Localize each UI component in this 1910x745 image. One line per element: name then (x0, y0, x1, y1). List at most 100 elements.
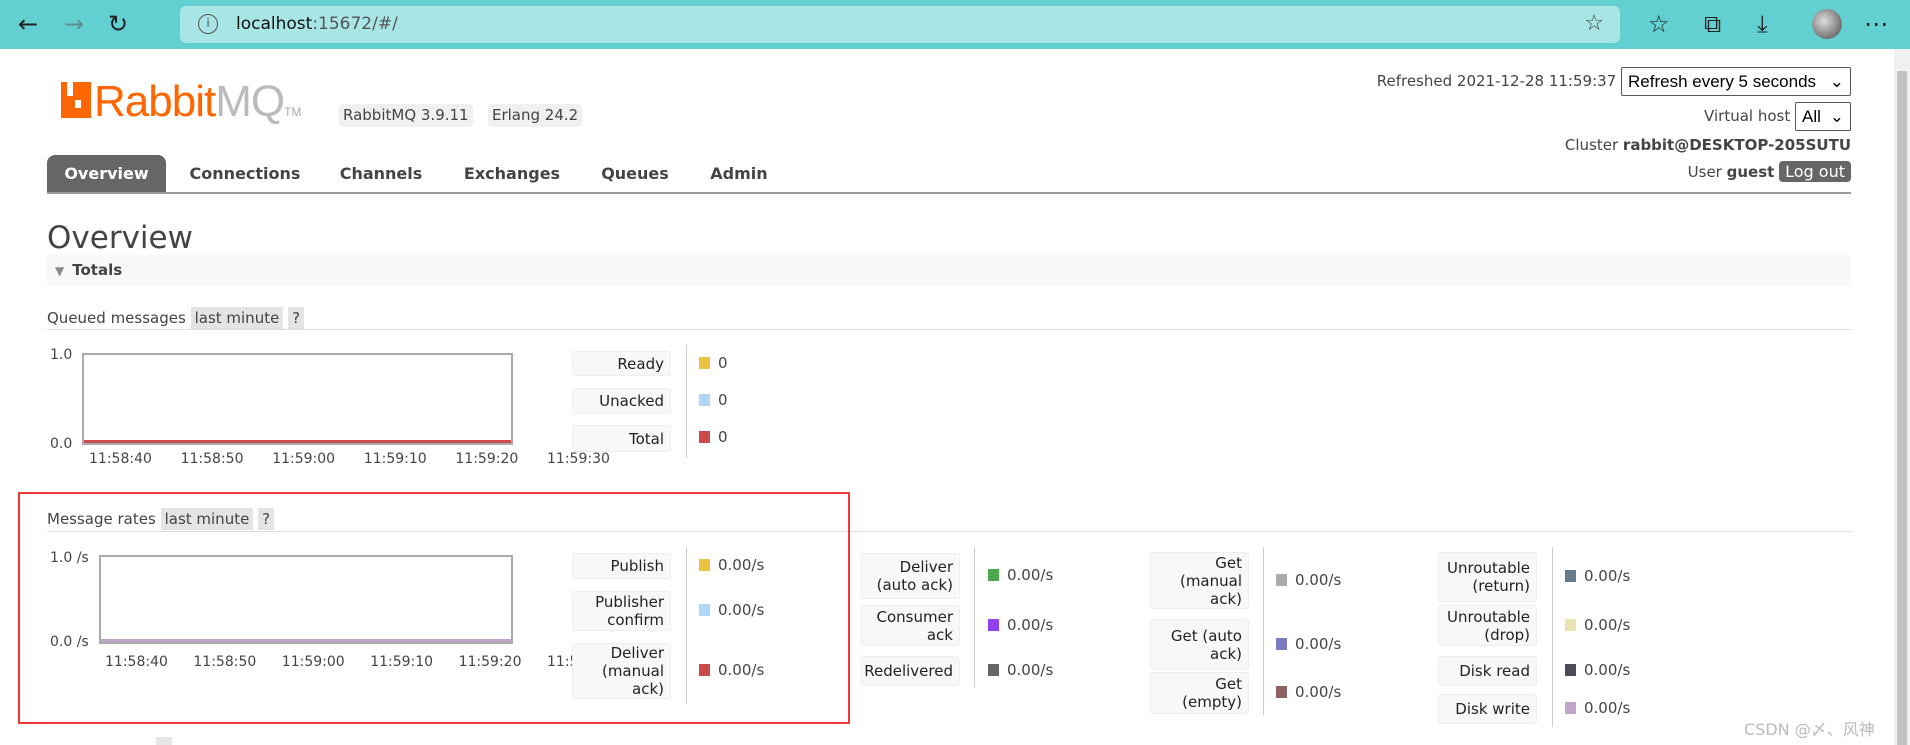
series-swatch (699, 357, 710, 369)
series-swatch (988, 618, 999, 631)
legend-label: Deliver (auto ack) (876, 558, 953, 594)
legend-label: Consumer ack (876, 607, 954, 644)
legend-label: Unacked (599, 392, 664, 410)
refresh-select[interactable]: Refresh every 5 seconds ⌄ (1621, 67, 1851, 96)
legend-value-text: 0 (718, 354, 728, 372)
legend-label-box: Get (auto ack) (1150, 619, 1249, 670)
series-swatch (1565, 664, 1576, 676)
collections-icon[interactable]: ⧉ (1704, 10, 1721, 38)
series-swatch (1276, 637, 1287, 650)
legend-value-text: 0 (718, 428, 728, 446)
legend-label-box: Deliver (auto ack) (861, 553, 960, 599)
vhost-select-value: All (1802, 107, 1821, 126)
legend-value: 0.00/s (1565, 661, 1630, 679)
legend-value-text: 0.00/s (1295, 570, 1342, 589)
legend-value-text: 0.00/s (1295, 683, 1342, 701)
legend-divider (974, 547, 975, 687)
more-icon[interactable]: ⋯ (1864, 10, 1888, 38)
legend-label: Total (628, 429, 664, 448)
series-swatch (699, 394, 710, 406)
legend-value: 0.00/s (1276, 571, 1341, 589)
avatar[interactable] (1812, 9, 1842, 39)
logo-tm: TM (284, 105, 302, 119)
address-bar[interactable]: i localhost:15672/#/ ☆ (180, 6, 1620, 43)
favorites-icon[interactable]: ☆ (1648, 10, 1670, 38)
tab-queues[interactable]: Queues (592, 155, 678, 192)
chevron-down-icon: ⌄ (1829, 107, 1844, 126)
user-label: User (1687, 163, 1722, 181)
legend-label-box: Get (manual ack) (1150, 552, 1249, 609)
queued-help-button[interactable]: ? (288, 307, 305, 329)
legend-label: Ready (617, 354, 664, 373)
legend-value: 0 (699, 428, 728, 446)
total-series-line (84, 440, 511, 443)
tab-admin[interactable]: Admin (700, 155, 778, 192)
legend-value-text: 0.00/s (1584, 567, 1631, 585)
legend-label: Disk write (1455, 700, 1530, 718)
user-name: guest (1726, 163, 1775, 181)
x-tick-label: 11:58:40 (89, 451, 152, 467)
series-swatch (1276, 686, 1287, 698)
legend-label: Disk read (1459, 662, 1530, 680)
logout-button[interactable]: Log out (1779, 161, 1851, 182)
tab-overview[interactable]: Overview (47, 155, 166, 192)
refresh-row: Refreshed 2021-12-28 11:59:37 Refresh ev… (1377, 67, 1851, 96)
highlight-annotation-box (18, 492, 850, 724)
legend-label-box: Unroutable (drop) (1438, 605, 1537, 646)
series-swatch (1565, 618, 1576, 631)
legend-value-text: 0.00/s (1584, 661, 1631, 679)
legend-value-text: 0.00/s (1007, 566, 1054, 584)
queued-messages-header: Queued messages last minute ? (47, 307, 305, 329)
tab-channels[interactable]: Channels (330, 155, 432, 192)
x-tick-label: 11:58:50 (180, 451, 244, 467)
refresh-select-value: Refresh every 5 seconds (1628, 72, 1817, 91)
reload-icon[interactable]: ↻ (108, 10, 128, 38)
legend-value: 0.00/s (988, 661, 1053, 679)
page-title: Overview (47, 220, 193, 256)
legend-label-box: Total (572, 425, 671, 452)
info-icon[interactable]: i (198, 14, 218, 34)
legend-label-box: Redelivered (861, 656, 960, 686)
user-row: User guest Log out (1687, 161, 1851, 182)
legend-divider (1552, 547, 1553, 727)
series-swatch (988, 664, 999, 676)
legend-label-box: Consumer ack (861, 605, 960, 646)
queued-range-button[interactable]: last minute (190, 307, 284, 329)
tab-divider (47, 192, 1851, 194)
url-host: localhost (236, 14, 313, 34)
legend-value-text: 0.00/s (1584, 615, 1631, 634)
logo-mq: MQ (215, 77, 285, 126)
download-icon[interactable]: ⤓ (1757, 10, 1768, 38)
rabbitmq-logo[interactable]: RabbitMQTM (61, 80, 301, 134)
forward-arrow-icon[interactable]: → (64, 10, 84, 38)
x-tick-label: 11:59:30 (547, 451, 610, 467)
tab-connections[interactable]: Connections (185, 155, 305, 192)
totals-section-header[interactable]: ▼ Totals (47, 255, 1851, 286)
divider (47, 329, 1851, 330)
legend-label-box: Unacked (572, 388, 671, 414)
legend-label: Get (empty) (1182, 675, 1242, 711)
add-favorite-icon[interactable]: ☆ (1584, 11, 1604, 36)
legend-value-text: 0.00/s (1007, 615, 1054, 634)
back-arrow-icon[interactable]: ← (18, 10, 38, 38)
legend-value-text: 0.00/s (1584, 699, 1631, 717)
queued-messages-chart (82, 353, 513, 445)
legend-label: Unroutable (return) (1447, 559, 1530, 595)
collapsed-section-marker (156, 737, 172, 745)
scrollbar-thumb[interactable] (1897, 71, 1907, 745)
x-tick-label: 11:59:00 (272, 451, 336, 467)
legend-value: 0 (699, 354, 728, 372)
vhost-select[interactable]: All ⌄ (1795, 102, 1851, 131)
legend-label: Unroutable (drop) (1447, 607, 1530, 644)
legend-label-box: Unroutable (return) (1438, 552, 1537, 602)
version-badge: RabbitMQ 3.9.11 (339, 104, 473, 127)
legend-value: 0.00/s (1276, 635, 1341, 653)
legend-value: 0.00/s (988, 616, 1053, 634)
scrollbar[interactable] (1894, 49, 1910, 745)
collapse-triangle-icon: ▼ (55, 264, 65, 278)
legend-value: 0.00/s (988, 566, 1053, 584)
browser-toolbar: ← → ↻ i localhost:15672/#/ ☆ ☆ ⧉ ⤓ ⋯ (0, 0, 1910, 49)
tab-exchanges[interactable]: Exchanges (455, 155, 569, 192)
vhost-row: Virtual host All ⌄ (1704, 102, 1851, 131)
series-swatch (699, 431, 710, 443)
